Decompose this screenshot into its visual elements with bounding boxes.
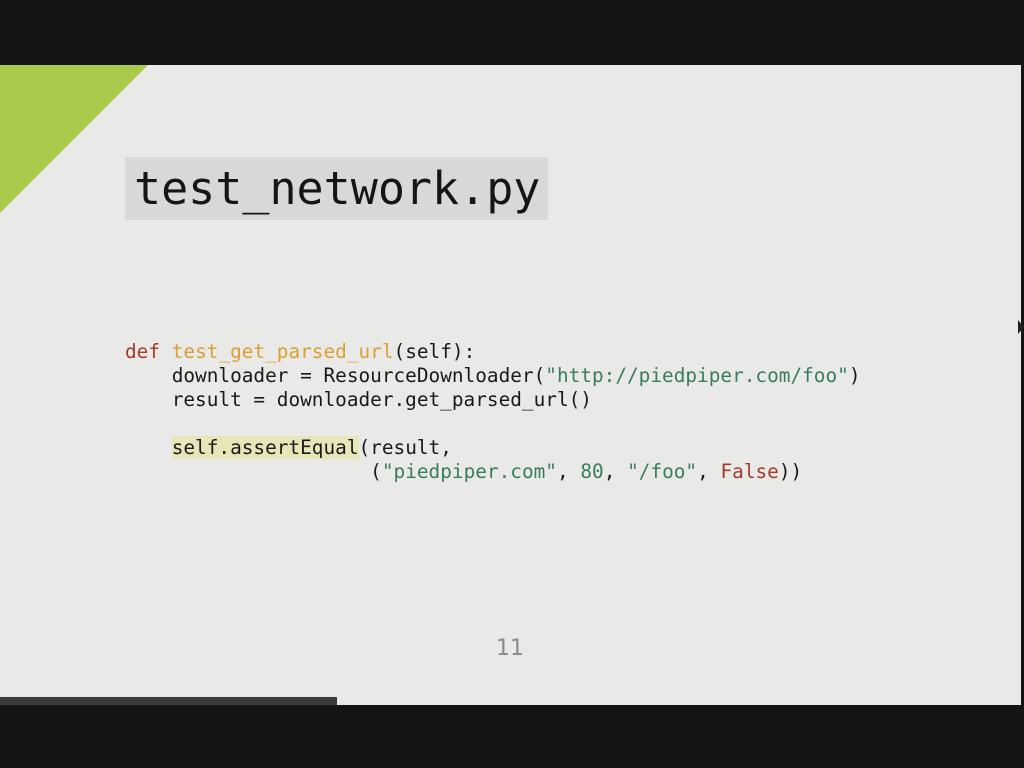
- slide-page-number: 11: [496, 636, 524, 661]
- code-keyword-def: def: [125, 340, 161, 363]
- code-line-5: self.assertEqual(result,: [171, 436, 452, 459]
- screen: test_network.py def test_get_parsed_url(…: [0, 0, 1024, 768]
- slide-title: test_network.py: [134, 162, 541, 215]
- presentation-progress-bar[interactable]: [0, 697, 1021, 705]
- code-boolean-false: False: [720, 460, 779, 483]
- code-line-6: ("piedpiper.com", 80, "/foo", False)): [370, 460, 803, 483]
- code-string-url: "http://piedpiper.com/foo": [545, 364, 849, 387]
- code-string-host: "piedpiper.com": [381, 460, 557, 483]
- code-line-2: downloader = ResourceDownloader("http://…: [171, 364, 861, 387]
- code-string-path: "/foo": [627, 460, 698, 483]
- slide-title-box: test_network.py: [125, 157, 549, 220]
- code-highlight-assert: self.assertEqual: [171, 436, 359, 459]
- code-line-3: result = downloader.get_parsed_url(): [171, 388, 592, 411]
- code-line-4-blank: [125, 412, 861, 436]
- mouse-cursor-icon: [1018, 320, 1024, 334]
- presentation-slide[interactable]: test_network.py def test_get_parsed_url(…: [0, 65, 1021, 705]
- code-function-name: test_get_parsed_url: [171, 340, 394, 363]
- code-block: def test_get_parsed_url(self): downloade…: [125, 340, 861, 484]
- code-number-port: 80: [580, 460, 604, 483]
- code-line-1: def test_get_parsed_url(self):: [125, 340, 476, 363]
- presentation-progress-fill: [0, 697, 337, 705]
